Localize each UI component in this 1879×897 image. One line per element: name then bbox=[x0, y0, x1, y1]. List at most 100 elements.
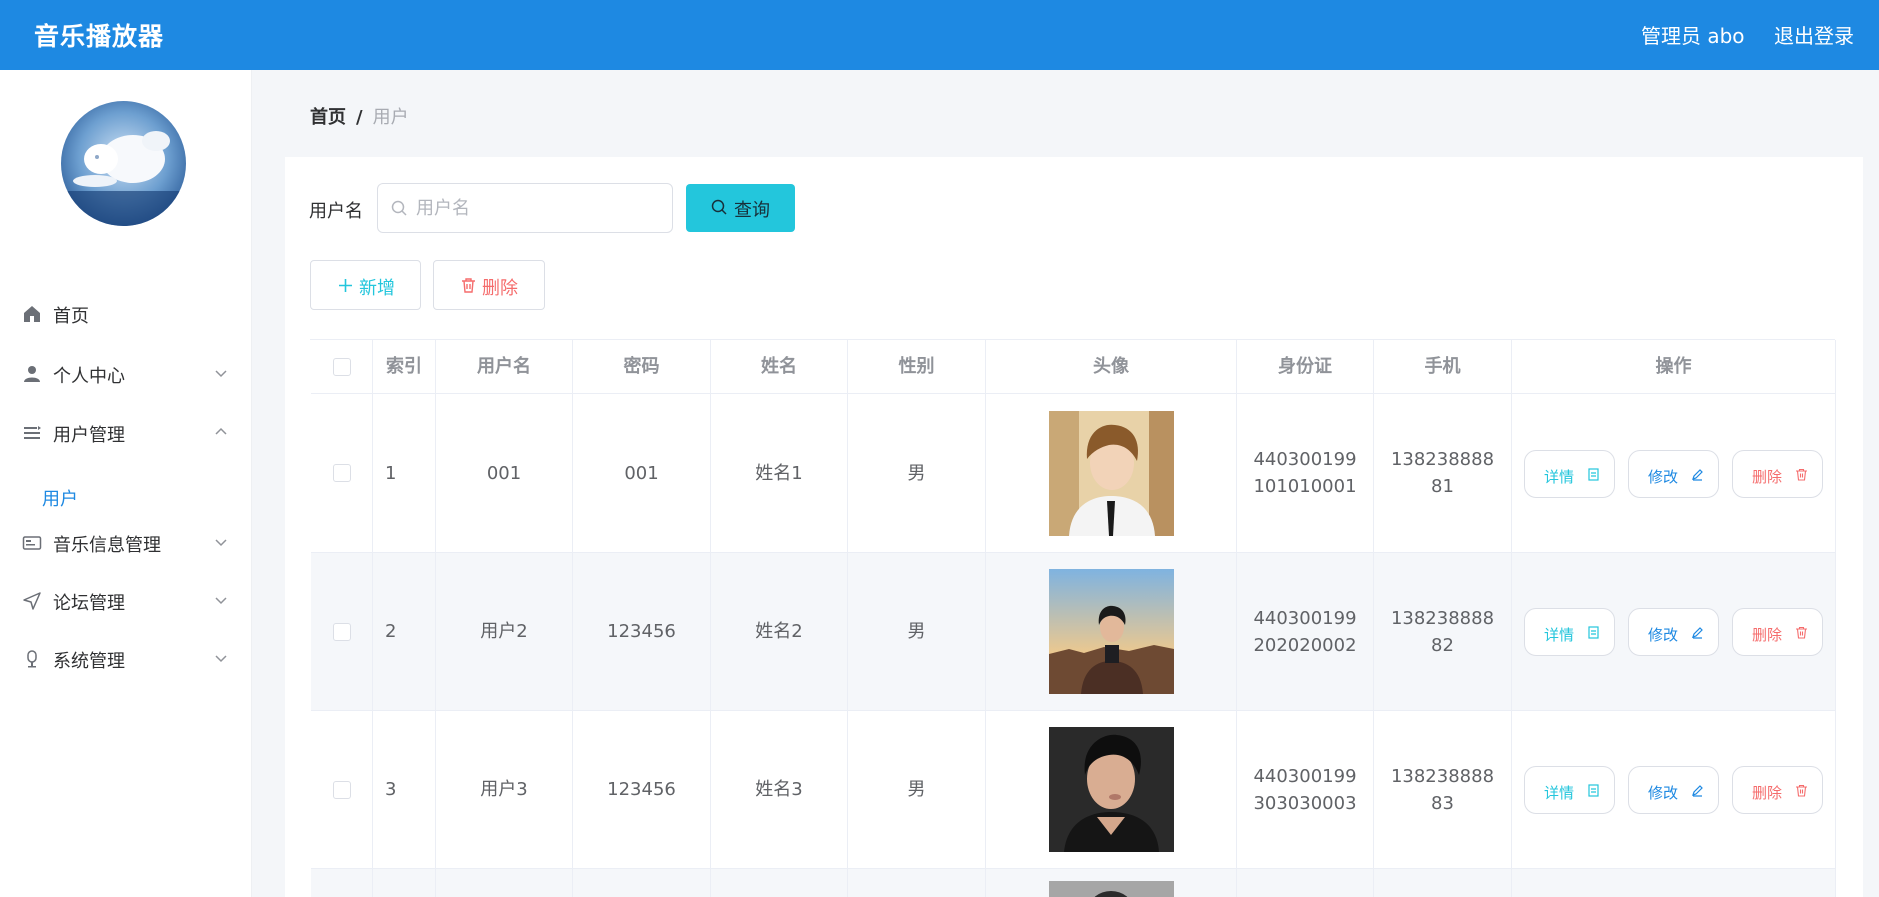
query-button[interactable]: 查询 bbox=[686, 184, 795, 232]
admin-username: 管理员 abo bbox=[1641, 24, 1745, 48]
cell-operations: 详情 修改 删除 bbox=[1512, 394, 1836, 552]
delete-button[interactable]: 删除 bbox=[1732, 450, 1823, 498]
select-all-checkbox[interactable] bbox=[332, 357, 351, 376]
cell-id-card: 440300199303030003 bbox=[1237, 711, 1374, 868]
sidebar-subitem-user[interactable]: 用户 bbox=[0, 477, 251, 517]
cell-id-card: 440300199202020002 bbox=[1237, 553, 1374, 710]
table-row bbox=[311, 869, 1836, 897]
column-header: 手机 bbox=[1374, 340, 1512, 393]
edit-button[interactable]: 修改 bbox=[1628, 766, 1719, 814]
user-icon bbox=[24, 366, 40, 382]
row-select-cell bbox=[311, 553, 373, 710]
row-checkbox[interactable] bbox=[332, 622, 351, 641]
column-header: 身份证 bbox=[1237, 340, 1374, 393]
row-select-cell bbox=[311, 869, 373, 897]
phone-value: 13823888882 bbox=[1390, 607, 1495, 656]
sidebar-item-system[interactable]: 系统管理 bbox=[0, 639, 251, 679]
column-header: 姓名 bbox=[711, 340, 848, 393]
cell-username: 001 bbox=[436, 394, 573, 552]
sidebar-item-label: 用户 bbox=[42, 489, 78, 510]
avatar-photo bbox=[1048, 410, 1174, 536]
sidebar-item-forum[interactable]: 论坛管理 bbox=[0, 581, 251, 621]
delete-button[interactable]: 删除 bbox=[1732, 608, 1823, 656]
detail-button[interactable]: 详情 bbox=[1524, 766, 1615, 814]
edit-button[interactable]: 修改 bbox=[1628, 450, 1719, 498]
cell-username: 用户2 bbox=[436, 553, 573, 710]
detail-button[interactable]: 详情 bbox=[1524, 450, 1615, 498]
edit-label: 修改 bbox=[1648, 626, 1679, 644]
table-header: 索引 用户名 密码 姓名 性别 头像 身份证 手机 操作 bbox=[311, 340, 1836, 394]
breadcrumb: 首页 / 用户 bbox=[310, 103, 409, 129]
trash-icon bbox=[1796, 626, 1807, 639]
column-header: 操作 bbox=[1512, 340, 1836, 393]
logout-link[interactable]: 退出登录 bbox=[1774, 20, 1854, 49]
breadcrumb-current: 用户 bbox=[372, 107, 409, 128]
row-select-cell bbox=[311, 711, 373, 868]
app-title: 音乐播放器 bbox=[34, 22, 165, 51]
cell-password: 001 bbox=[573, 394, 711, 552]
user-table: 索引 用户名 密码 姓名 性别 头像 身份证 手机 操作 1 001 001 姓… bbox=[310, 339, 1836, 897]
detail-button[interactable]: 详情 bbox=[1524, 608, 1615, 656]
cell-index: 1 bbox=[373, 394, 436, 552]
detail-label: 详情 bbox=[1544, 626, 1575, 644]
edit-label: 修改 bbox=[1648, 784, 1679, 802]
chevron-down-icon bbox=[215, 539, 227, 547]
detail-label: 详情 bbox=[1544, 468, 1575, 486]
cell-avatar bbox=[986, 869, 1237, 897]
cell-phone: 13823888883 bbox=[1374, 711, 1512, 868]
breadcrumb-home[interactable]: 首页 bbox=[310, 107, 346, 128]
search-input[interactable] bbox=[416, 194, 661, 222]
add-button[interactable]: 新增 bbox=[310, 260, 421, 310]
id-card-value: 440300199303030003 bbox=[1253, 765, 1357, 814]
cell-phone: 13823888882 bbox=[1374, 553, 1512, 710]
cell-phone: 13823888881 bbox=[1374, 394, 1512, 552]
cell-gender bbox=[848, 869, 986, 897]
sidebar-item-personal-center[interactable]: 个人中心 bbox=[0, 354, 251, 394]
edit-label: 修改 bbox=[1648, 468, 1679, 486]
document-icon bbox=[1588, 784, 1599, 797]
chevron-down-icon bbox=[215, 655, 227, 663]
cell-operations: 详情 修改 删除 bbox=[1512, 553, 1836, 710]
edit-button[interactable]: 修改 bbox=[1628, 608, 1719, 656]
sidebar-item-label: 论坛管理 bbox=[53, 593, 125, 614]
home-icon bbox=[24, 306, 40, 322]
batch-delete-button-label: 删除 bbox=[482, 278, 518, 299]
cell-operations bbox=[1512, 869, 1836, 897]
cell-password: 123456 bbox=[573, 553, 711, 710]
cell-gender: 男 bbox=[848, 711, 986, 868]
microphone-icon bbox=[27, 650, 37, 668]
sidebar-item-user-management[interactable]: 用户管理 bbox=[0, 413, 251, 453]
sidebar-item-home[interactable]: 首页 bbox=[0, 294, 251, 334]
cell-password: 123456 bbox=[573, 711, 711, 868]
search-icon bbox=[711, 199, 727, 215]
header-select-all-cell bbox=[311, 340, 373, 393]
row-checkbox[interactable] bbox=[332, 780, 351, 799]
delete-button[interactable]: 删除 bbox=[1732, 766, 1823, 814]
table-row: 3 用户3 123456 姓名3 男 440300199303030003 13… bbox=[311, 711, 1836, 869]
column-header: 密码 bbox=[573, 340, 711, 393]
plus-icon bbox=[339, 279, 352, 292]
sidebar-item-label: 系统管理 bbox=[53, 651, 125, 672]
cell-name: 姓名3 bbox=[711, 711, 848, 868]
cell-operations: 详情 修改 删除 bbox=[1512, 711, 1836, 868]
chevron-down-icon bbox=[215, 597, 227, 605]
cell-name bbox=[711, 869, 848, 897]
row-select-cell bbox=[311, 394, 373, 552]
cell-index bbox=[373, 869, 436, 897]
table-row: 1 001 001 姓名1 男 440300199101010001 13823… bbox=[311, 394, 1836, 553]
batch-delete-button[interactable]: 删除 bbox=[433, 260, 545, 310]
sidebar-item-music-info[interactable]: 音乐信息管理 bbox=[0, 523, 251, 563]
search-label: 用户名 bbox=[309, 201, 363, 222]
trash-icon bbox=[1796, 468, 1807, 481]
cell-phone bbox=[1374, 869, 1512, 897]
row-checkbox[interactable] bbox=[332, 464, 351, 482]
phone-value: 13823888881 bbox=[1390, 449, 1495, 497]
search-field[interactable] bbox=[377, 183, 673, 233]
cell-username bbox=[436, 869, 573, 897]
cell-avatar bbox=[986, 711, 1237, 868]
delete-label: 删除 bbox=[1752, 626, 1783, 644]
cell-gender: 男 bbox=[848, 394, 986, 552]
phone-value: 13823888883 bbox=[1390, 765, 1495, 814]
cell-id-card bbox=[1237, 869, 1374, 897]
column-header: 性别 bbox=[848, 340, 986, 393]
